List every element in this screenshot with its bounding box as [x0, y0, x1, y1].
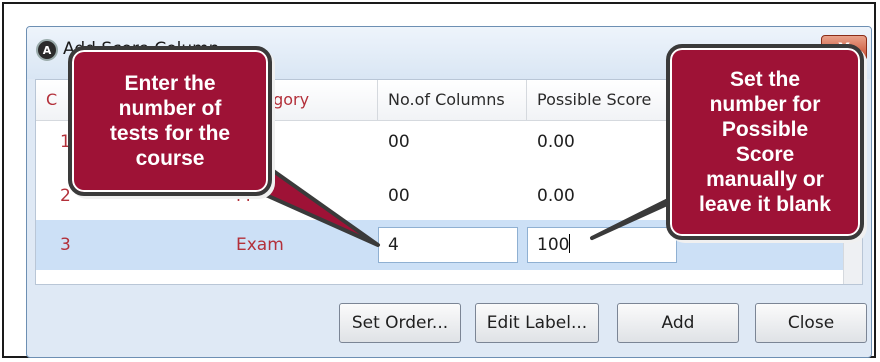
left-callout-line: number of: [118, 97, 222, 120]
right-callout-line: manually or: [706, 168, 824, 191]
right-callout: Set the number for Possible Score manual…: [666, 44, 864, 240]
left-callout-line: course: [135, 147, 205, 170]
left-callout: Enter the number of tests for the course: [68, 46, 272, 196]
right-callout-line: leave it blank: [699, 193, 831, 216]
right-callout-line: Score: [735, 143, 795, 166]
left-callout-line: Enter the: [124, 72, 216, 95]
left-callout-line: tests for the: [109, 122, 231, 145]
right-callout-line: Set the: [729, 68, 800, 91]
right-callout-line: Possible: [721, 118, 809, 141]
right-callout-line: number for: [709, 93, 821, 116]
